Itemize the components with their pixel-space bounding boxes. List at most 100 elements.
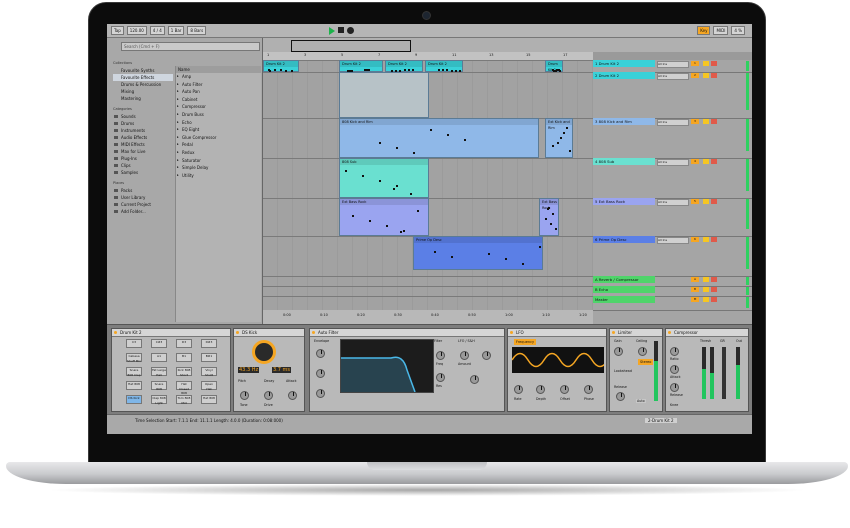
- arrangement-clip[interactable]: Drum Kit 2: [385, 60, 423, 72]
- track-input-dropdown[interactable]: All Ins: [657, 237, 689, 244]
- stereo-dropdown[interactable]: Stereo: [638, 359, 654, 365]
- arm-button[interactable]: [711, 287, 717, 292]
- track-name[interactable]: 4 808 Sub: [593, 158, 655, 165]
- tempo-field[interactable]: 120.00: [126, 26, 147, 35]
- arrangement-clip[interactable]: Prime Op Desc: [413, 236, 543, 270]
- track-name[interactable]: 1 Drum Kit 2: [593, 60, 655, 67]
- drive-knob[interactable]: [264, 391, 273, 400]
- auto-filter-device[interactable]: Auto Filter Envelope Filter LFO / S&H Fr…: [309, 328, 505, 412]
- browser-file-item[interactable]: Echo: [176, 119, 261, 127]
- track-name[interactable]: 3 808 Kick and Rim: [593, 118, 655, 125]
- drum-pad[interactable]: A1: [151, 353, 167, 362]
- browser-file-item[interactable]: Auto Filter: [176, 81, 261, 89]
- tap-button[interactable]: Tap: [111, 26, 124, 35]
- drum-pad[interactable]: Kick 808 Short: [176, 367, 192, 377]
- browser-file-item[interactable]: Drum Buss: [176, 111, 261, 119]
- category-item[interactable]: Max for Live: [113, 148, 173, 155]
- drum-pad[interactable]: Hat Closed 808: [176, 381, 192, 395]
- time-ruler[interactable]: 0:00 0:10 0:20 0:30 0:40 0:50 1:00 1:10 1:20: [263, 310, 593, 324]
- lfo-amount-knob[interactable]: [460, 351, 469, 360]
- lfo-wave-display[interactable]: [512, 347, 604, 373]
- track-input-dropdown[interactable]: All Ins: [657, 61, 689, 68]
- stop-icon[interactable]: [338, 26, 345, 33]
- drum-pad[interactable]: Snare 808 Clap: [126, 367, 142, 377]
- selected-track-label[interactable]: 2-Drum Kit 2: [645, 418, 677, 423]
- track-header[interactable]: 5 Ext Bass Rock All Ins 5: [593, 198, 752, 237]
- kick-dial-icon[interactable]: [252, 340, 276, 364]
- category-item[interactable]: MIDI Effects: [113, 141, 173, 148]
- arrangement-clip[interactable]: Ext Bass Rock: [339, 198, 429, 236]
- collection-item[interactable]: Mixing: [113, 88, 173, 95]
- browser-search-input[interactable]: Search (Cmd + F): [121, 42, 260, 51]
- drum-pad[interactable]: DS Kick: [126, 395, 142, 404]
- release-knob[interactable]: [670, 383, 679, 392]
- tone-knob[interactable]: [240, 391, 249, 400]
- key-map-button[interactable]: Key: [697, 26, 711, 35]
- track-activator[interactable]: 4: [691, 159, 699, 164]
- arrangement-clip[interactable]: Ext Bass Rock: [539, 198, 559, 236]
- drum-rack-device[interactable]: Drum Kit 2 C3 C#3 D3 D#3 Cabasa Shuff Mix A1 B…: [111, 328, 231, 412]
- auto-release-toggle[interactable]: Auto: [636, 399, 646, 403]
- track-name[interactable]: A Reverb / Compressor: [593, 276, 655, 283]
- lfo-mode-dropdown[interactable]: Frequency: [514, 339, 537, 345]
- solo-button[interactable]: [703, 119, 709, 124]
- solo-button[interactable]: [703, 277, 709, 282]
- track-header[interactable]: 6 Prime Op Desc All Ins 6: [593, 236, 752, 277]
- track-activator[interactable]: 1: [691, 61, 699, 66]
- limiter-device[interactable]: Limiter Gain Ceiling Stereo Lookahead Re…: [609, 328, 663, 412]
- filter-curve-display[interactable]: [340, 339, 434, 393]
- place-item[interactable]: Current Project: [113, 201, 173, 208]
- track-header[interactable]: 4 808 Sub All Ins 4: [593, 158, 752, 199]
- category-item[interactable]: Plug-Ins: [113, 155, 173, 162]
- compressor-device[interactable]: Compressor Thresh GR Out Ratio Attack Re…: [665, 328, 749, 412]
- browser-file-item[interactable]: Cabinet: [176, 96, 261, 104]
- env-amount-knob[interactable]: [316, 349, 325, 358]
- arm-button[interactable]: [711, 61, 717, 66]
- lfo-rate-knob[interactable]: [482, 351, 491, 360]
- lfo-depth-knob[interactable]: [536, 385, 545, 394]
- midi-map-button[interactable]: MIDI: [713, 26, 729, 35]
- play-icon[interactable]: [329, 26, 336, 35]
- solo-button[interactable]: [703, 61, 709, 66]
- env-attack-knob[interactable]: [316, 369, 325, 378]
- solo-button[interactable]: [703, 199, 709, 204]
- solo-button[interactable]: [703, 287, 709, 292]
- drum-pad[interactable]: C3: [126, 339, 142, 348]
- click-knob[interactable]: [288, 391, 297, 400]
- drum-pad[interactable]: B1: [176, 353, 192, 362]
- arrangement-clip[interactable]: [339, 72, 429, 118]
- record-icon[interactable]: [347, 26, 355, 34]
- lfo-rate-knob[interactable]: [514, 385, 523, 394]
- drum-pad[interactable]: Hat 808: [126, 381, 142, 390]
- browser-file-item[interactable]: Simple Delay: [176, 164, 261, 172]
- freq-knob[interactable]: [436, 351, 445, 360]
- arm-button[interactable]: [711, 237, 717, 242]
- track-name[interactable]: 2 Drum Kit 2: [593, 72, 655, 79]
- limiter-ceiling-knob[interactable]: [638, 347, 647, 356]
- arrangement-clip[interactable]: Ext Kick and Rim: [545, 118, 573, 158]
- output-meter[interactable]: [736, 347, 740, 399]
- browser-file-item[interactable]: Utility: [176, 172, 261, 180]
- limiter-gain-knob[interactable]: [614, 347, 623, 356]
- collection-item[interactable]: Drums & Percussion: [113, 81, 173, 88]
- track-input-dropdown[interactable]: All Ins: [657, 199, 689, 206]
- track-activator[interactable]: 5: [691, 199, 699, 204]
- arrangement-clip[interactable]: Drum Kit 2: [545, 60, 563, 72]
- drum-pad[interactable]: C#3: [151, 339, 167, 348]
- arrangement-lanes[interactable]: Drum Kit 2 Drum Kit 2 Drum Kit 2 Drum Kit 2…: [263, 60, 593, 311]
- solo-button[interactable]: [703, 73, 709, 78]
- arrangement-clip[interactable]: Drum Kit 2: [263, 60, 299, 72]
- browser-file-item[interactable]: EQ Eight: [176, 126, 261, 134]
- ds-kick-device[interactable]: DS Kick 43.3 Hz 3.7 ms Pitch Decay Attac…: [233, 328, 305, 412]
- category-item[interactable]: Samples: [113, 169, 173, 176]
- drum-pad[interactable]: Snare 808: [151, 381, 167, 391]
- collection-item[interactable]: Favourite Effects: [113, 74, 173, 81]
- arm-button[interactable]: [711, 159, 717, 164]
- lfo-phase-knob[interactable]: [470, 375, 479, 384]
- arrangement-clip[interactable]: 808 Kick and Rim: [339, 118, 539, 158]
- category-item[interactable]: Sounds: [113, 113, 173, 120]
- track-header[interactable]: 3 808 Kick and Rim All Ins 3: [593, 118, 752, 159]
- place-item[interactable]: User Library: [113, 194, 173, 201]
- time-signature[interactable]: 4 / 4: [149, 26, 165, 35]
- arm-button[interactable]: [711, 199, 717, 204]
